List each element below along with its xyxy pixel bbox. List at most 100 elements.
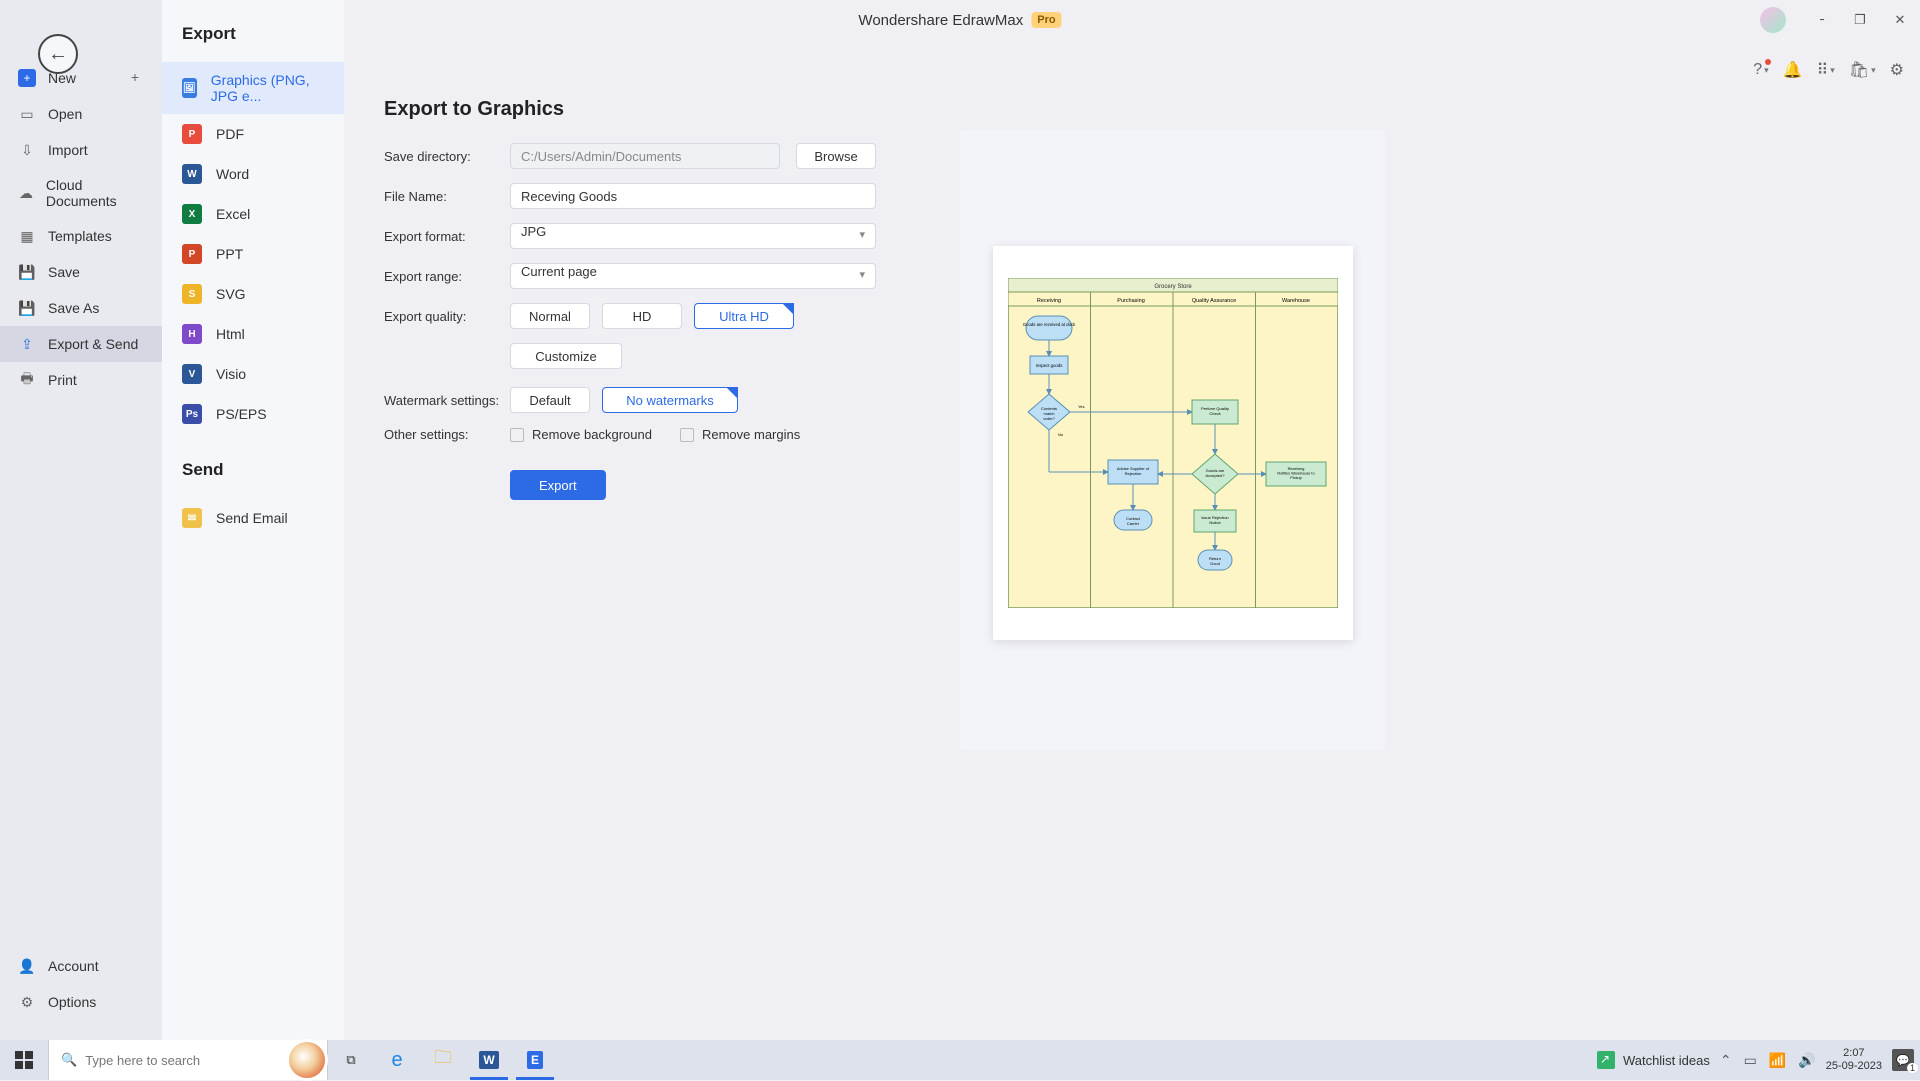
wifi-icon[interactable]: 📶 [1769,1052,1786,1069]
image-icon: 🖼 [182,78,197,98]
window-restore-button[interactable]: ❐ [1840,0,1880,40]
checkbox-icon [510,428,524,442]
n-no: No [1058,432,1064,437]
taskbar-clock[interactable]: 2:07 25-09-2023 [1826,1047,1882,1073]
nav-open[interactable]: ▭ Open [0,96,162,132]
nav-templates[interactable]: ▦ Templates [0,218,162,254]
quality-normal-button[interactable]: Normal [510,303,590,329]
nav-save-as[interactable]: 💾Save As [0,290,162,326]
browse-button[interactable]: Browse [796,143,876,169]
file-explorer-icon[interactable]: 🗀 [420,1040,466,1080]
range-select[interactable]: Current page [510,263,876,289]
window-close-button[interactable]: ✕ [1880,0,1920,40]
page-title: Export to Graphics [384,98,1920,121]
watchlist-widget[interactable]: Watchlist ideas [1597,1051,1710,1069]
n-inspect: Inspect goods [1035,363,1062,368]
windows-logo-icon [15,1051,33,1069]
svg-text:ContactCarrier: ContactCarrier [1126,516,1141,526]
type-pseps[interactable]: PsPS/EPS [162,394,344,434]
apps-icon[interactable]: ⠿▾ [1817,60,1835,80]
nav-account[interactable]: 👤Account [0,948,162,984]
format-label: Export format: [384,229,510,244]
back-button[interactable]: ← [38,34,78,74]
task-view-icon[interactable]: ⧉ [328,1040,374,1080]
lane-0: Receiving [1036,298,1060,304]
nav-print[interactable]: 🖶Print [0,362,162,398]
watermark-none-button[interactable]: No watermarks [602,387,738,413]
svg-text:Goods areAccepted?: Goods areAccepted? [1205,468,1225,478]
send-heading: Send [162,434,344,498]
type-svg[interactable]: SSVG [162,274,344,314]
system-tray: ⌃ ▭ 📶 🔊 [1720,1052,1816,1069]
export-heading: Export [162,24,344,62]
save-as-icon: 💾 [18,299,36,317]
cart-icon[interactable]: 🛍▾ [1849,60,1876,80]
nav-label: Templates [48,228,112,244]
filename-label: File Name: [384,189,510,204]
cortana-circle-icon[interactable] [286,1039,328,1081]
type-label: PS/EPS [216,406,267,422]
export-button[interactable]: Export [510,470,606,500]
customize-button[interactable]: Customize [510,343,622,369]
nav-options[interactable]: ⚙Options [0,984,162,1020]
user-avatar[interactable] [1760,7,1786,33]
templates-icon: ▦ [18,227,36,245]
quality-ultrahd-button[interactable]: Ultra HD [694,303,794,329]
watermark-default-button[interactable]: Default [510,387,590,413]
folder-icon: ▭ [18,105,36,123]
word-taskbar-icon[interactable]: W [466,1040,512,1080]
nav-label: Save [48,264,80,280]
format-select[interactable]: JPG [510,223,876,249]
tray-overflow-icon[interactable]: ⌃ [1720,1052,1732,1069]
window-minimize-button[interactable]: ╶ [1800,0,1840,40]
word-icon: W [182,164,202,184]
type-visio[interactable]: VVisio [162,354,344,394]
remove-background-checkbox[interactable]: Remove background [510,427,652,442]
gear-icon[interactable]: ⚙ [1890,60,1904,80]
nav-save[interactable]: 💾 Save [0,254,162,290]
cloud-icon: ☁ [18,184,34,202]
type-excel[interactable]: XExcel [162,194,344,234]
preview-sheet: Grocery Store Receiving Purchasing Quali… [993,246,1353,640]
start-button[interactable] [0,1040,48,1080]
help-icon[interactable]: ?▾ [1753,61,1768,79]
svg-text:ReturnGood: ReturnGood [1208,556,1220,566]
nav-label: Account [48,958,99,974]
quality-hd-button[interactable]: HD [602,303,682,329]
filename-input[interactable] [510,183,876,209]
nav-export-send[interactable]: ⇪Export & Send [0,326,162,362]
nav-label: Open [48,106,82,122]
edrawmax-taskbar-icon[interactable]: E [512,1040,558,1080]
action-center-icon[interactable]: 💬 [1892,1049,1914,1071]
nav-new[interactable]: + New + [0,60,162,96]
import-icon: ⇩ [18,141,36,159]
type-label: SVG [216,286,246,302]
ppt-icon: P [182,244,202,264]
nav-cloud-documents[interactable]: ☁Cloud Documents [0,168,162,218]
type-ppt[interactable]: PPPT [162,234,344,274]
type-pdf[interactable]: PPDF [162,114,344,154]
n-goods: Goods are received at dock [1022,322,1075,327]
bell-icon[interactable]: 🔔 [1783,60,1803,80]
type-graphics[interactable]: 🖼Graphics (PNG, JPG e... [162,62,344,114]
file-menu-sidebar: + New + ▭ Open ⇩Import ☁Cloud Documents ▦… [0,0,162,1040]
meet-now-icon[interactable]: ▭ [1744,1052,1757,1069]
type-send-email[interactable]: ✉Send Email [162,498,344,538]
nav-import[interactable]: ⇩Import [0,132,162,168]
savedir-input[interactable] [510,143,780,169]
type-html[interactable]: H Html [162,314,344,354]
save-icon: 💾 [18,263,36,281]
volume-icon[interactable]: 🔊 [1798,1052,1815,1069]
type-label: Word [216,166,249,182]
diagram-title: Grocery Store [1154,284,1192,290]
new-more-icon[interactable]: + [126,69,144,87]
html-icon: H [182,324,202,344]
type-label: Html [216,326,245,342]
clock-date: 25-09-2023 [1826,1060,1882,1073]
remove-margins-checkbox[interactable]: Remove margins [680,427,800,442]
checkbox-label: Remove margins [702,427,800,442]
type-label: Visio [216,366,246,382]
type-word[interactable]: W Word [162,154,344,194]
checkbox-icon [680,428,694,442]
edge-icon[interactable]: e [374,1040,420,1080]
